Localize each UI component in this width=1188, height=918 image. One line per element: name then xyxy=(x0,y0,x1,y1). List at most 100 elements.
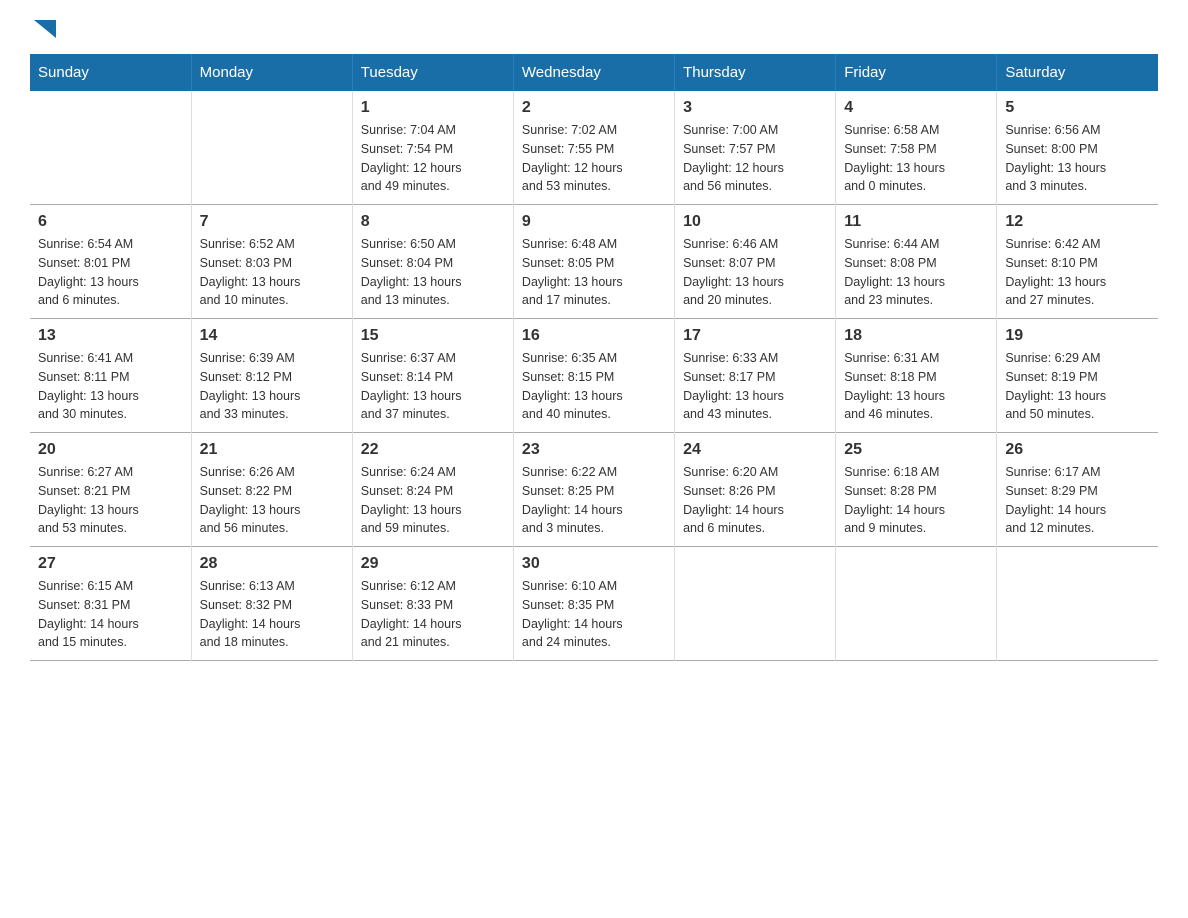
day-number: 23 xyxy=(522,441,666,459)
calendar-cell: 21 Sunrise: 6:26 AM Sunset: 8:22 PM Dayli… xyxy=(191,433,352,547)
day-number: 4 xyxy=(844,99,988,117)
day-info: Sunrise: 6:22 AM Sunset: 8:25 PM Dayligh… xyxy=(522,463,666,538)
day-info: Sunrise: 7:04 AM Sunset: 7:54 PM Dayligh… xyxy=(361,121,505,196)
day-info: Sunrise: 7:00 AM Sunset: 7:57 PM Dayligh… xyxy=(683,121,827,196)
calendar-cell: 19 Sunrise: 6:29 AM Sunset: 8:19 PM Dayli… xyxy=(997,319,1158,433)
calendar-cell: 16 Sunrise: 6:35 AM Sunset: 8:15 PM Dayli… xyxy=(513,319,674,433)
calendar-cell: 26Sunrise: 6:17 AM Sunset: 8:29 PM Dayli… xyxy=(997,433,1158,547)
day-number: 21 xyxy=(200,441,344,459)
day-number: 27 xyxy=(38,555,183,573)
calendar-header-sunday: Sunday xyxy=(30,54,191,91)
day-info: Sunrise: 6:37 AM Sunset: 8:14 PM Dayligh… xyxy=(361,349,505,424)
day-number: 8 xyxy=(361,213,505,231)
calendar-cell: 23 Sunrise: 6:22 AM Sunset: 8:25 PM Dayli… xyxy=(513,433,674,547)
day-info: Sunrise: 6:56 AM Sunset: 8:00 PM Dayligh… xyxy=(1005,121,1150,196)
calendar-cell: 1 Sunrise: 7:04 AM Sunset: 7:54 PM Daylig… xyxy=(352,91,513,205)
calendar-cell: 3Sunrise: 7:00 AM Sunset: 7:57 PM Daylig… xyxy=(675,91,836,205)
calendar-cell: 2 Sunrise: 7:02 AM Sunset: 7:55 PM Daylig… xyxy=(513,91,674,205)
day-number: 6 xyxy=(38,213,183,231)
day-number: 13 xyxy=(38,327,183,345)
calendar-cell xyxy=(675,547,836,661)
calendar-cell: 8 Sunrise: 6:50 AM Sunset: 8:04 PM Daylig… xyxy=(352,205,513,319)
day-number: 20 xyxy=(38,441,183,459)
day-info: Sunrise: 6:35 AM Sunset: 8:15 PM Dayligh… xyxy=(522,349,666,424)
day-number: 11 xyxy=(844,213,988,231)
day-number: 17 xyxy=(683,327,827,345)
day-number: 15 xyxy=(361,327,505,345)
calendar-cell: 5 Sunrise: 6:56 AM Sunset: 8:00 PM Daylig… xyxy=(997,91,1158,205)
day-info: Sunrise: 6:50 AM Sunset: 8:04 PM Dayligh… xyxy=(361,235,505,310)
day-number: 14 xyxy=(200,327,344,345)
calendar-week-row: 6 Sunrise: 6:54 AM Sunset: 8:01 PM Daylig… xyxy=(30,205,1158,319)
calendar-cell: 6 Sunrise: 6:54 AM Sunset: 8:01 PM Daylig… xyxy=(30,205,191,319)
calendar-cell xyxy=(836,547,997,661)
day-info: Sunrise: 6:44 AM Sunset: 8:08 PM Dayligh… xyxy=(844,235,988,310)
day-number: 16 xyxy=(522,327,666,345)
calendar-cell: 7 Sunrise: 6:52 AM Sunset: 8:03 PM Daylig… xyxy=(191,205,352,319)
day-number: 2 xyxy=(522,99,666,117)
day-number: 7 xyxy=(200,213,344,231)
calendar-cell: 12 Sunrise: 6:42 AM Sunset: 8:10 PM Dayli… xyxy=(997,205,1158,319)
calendar-header-tuesday: Tuesday xyxy=(352,54,513,91)
calendar-cell: 11 Sunrise: 6:44 AM Sunset: 8:08 PM Dayli… xyxy=(836,205,997,319)
day-info: Sunrise: 7:02 AM Sunset: 7:55 PM Dayligh… xyxy=(522,121,666,196)
logo-arrow-icon xyxy=(34,20,56,38)
day-number: 29 xyxy=(361,555,505,573)
calendar-header-monday: Monday xyxy=(191,54,352,91)
logo xyxy=(30,20,56,34)
day-number: 5 xyxy=(1005,99,1150,117)
day-number: 30 xyxy=(522,555,666,573)
day-info: Sunrise: 6:31 AM Sunset: 8:18 PM Dayligh… xyxy=(844,349,988,424)
day-info: Sunrise: 6:42 AM Sunset: 8:10 PM Dayligh… xyxy=(1005,235,1150,310)
day-number: 18 xyxy=(844,327,988,345)
day-info: Sunrise: 6:54 AM Sunset: 8:01 PM Dayligh… xyxy=(38,235,183,310)
day-info: Sunrise: 6:52 AM Sunset: 8:03 PM Dayligh… xyxy=(200,235,344,310)
calendar-week-row: 13 Sunrise: 6:41 AM Sunset: 8:11 PM Dayli… xyxy=(30,319,1158,433)
calendar-cell: 9 Sunrise: 6:48 AM Sunset: 8:05 PM Daylig… xyxy=(513,205,674,319)
day-info: Sunrise: 6:33 AM Sunset: 8:17 PM Dayligh… xyxy=(683,349,827,424)
day-info: Sunrise: 6:27 AM Sunset: 8:21 PM Dayligh… xyxy=(38,463,183,538)
calendar-week-row: 27 Sunrise: 6:15 AM Sunset: 8:31 PM Dayli… xyxy=(30,547,1158,661)
day-info: Sunrise: 6:26 AM Sunset: 8:22 PM Dayligh… xyxy=(200,463,344,538)
calendar-week-row: 20 Sunrise: 6:27 AM Sunset: 8:21 PM Dayli… xyxy=(30,433,1158,547)
calendar-cell: 13 Sunrise: 6:41 AM Sunset: 8:11 PM Dayli… xyxy=(30,319,191,433)
calendar-cell: 14 Sunrise: 6:39 AM Sunset: 8:12 PM Dayli… xyxy=(191,319,352,433)
day-number: 9 xyxy=(522,213,666,231)
day-number: 24 xyxy=(683,441,827,459)
calendar-header-saturday: Saturday xyxy=(997,54,1158,91)
day-info: Sunrise: 6:29 AM Sunset: 8:19 PM Dayligh… xyxy=(1005,349,1150,424)
calendar-cell xyxy=(30,91,191,205)
calendar-header-wednesday: Wednesday xyxy=(513,54,674,91)
calendar-cell: 30 Sunrise: 6:10 AM Sunset: 8:35 PM Dayli… xyxy=(513,547,674,661)
day-number: 22 xyxy=(361,441,505,459)
calendar-cell: 15 Sunrise: 6:37 AM Sunset: 8:14 PM Dayli… xyxy=(352,319,513,433)
calendar-cell: 25Sunrise: 6:18 AM Sunset: 8:28 PM Dayli… xyxy=(836,433,997,547)
calendar-cell: 22 Sunrise: 6:24 AM Sunset: 8:24 PM Dayli… xyxy=(352,433,513,547)
day-info: Sunrise: 6:48 AM Sunset: 8:05 PM Dayligh… xyxy=(522,235,666,310)
calendar-cell: 10Sunrise: 6:46 AM Sunset: 8:07 PM Dayli… xyxy=(675,205,836,319)
day-info: Sunrise: 6:46 AM Sunset: 8:07 PM Dayligh… xyxy=(683,235,827,310)
calendar-cell: 4 Sunrise: 6:58 AM Sunset: 7:58 PM Daylig… xyxy=(836,91,997,205)
day-info: Sunrise: 6:39 AM Sunset: 8:12 PM Dayligh… xyxy=(200,349,344,424)
day-info: Sunrise: 6:41 AM Sunset: 8:11 PM Dayligh… xyxy=(38,349,183,424)
calendar-cell: 28Sunrise: 6:13 AM Sunset: 8:32 PM Dayli… xyxy=(191,547,352,661)
calendar-header-friday: Friday xyxy=(836,54,997,91)
day-info: Sunrise: 6:13 AM Sunset: 8:32 PM Dayligh… xyxy=(200,577,344,652)
page-header xyxy=(30,20,1158,34)
day-info: Sunrise: 6:58 AM Sunset: 7:58 PM Dayligh… xyxy=(844,121,988,196)
calendar-cell: 17 Sunrise: 6:33 AM Sunset: 8:17 PM Dayli… xyxy=(675,319,836,433)
calendar-cell: 29Sunrise: 6:12 AM Sunset: 8:33 PM Dayli… xyxy=(352,547,513,661)
day-number: 19 xyxy=(1005,327,1150,345)
day-number: 26 xyxy=(1005,441,1150,459)
calendar-cell: 18 Sunrise: 6:31 AM Sunset: 8:18 PM Dayli… xyxy=(836,319,997,433)
day-info: Sunrise: 6:10 AM Sunset: 8:35 PM Dayligh… xyxy=(522,577,666,652)
day-number: 12 xyxy=(1005,213,1150,231)
day-number: 1 xyxy=(361,99,505,117)
day-info: Sunrise: 6:24 AM Sunset: 8:24 PM Dayligh… xyxy=(361,463,505,538)
calendar-cell: 27 Sunrise: 6:15 AM Sunset: 8:31 PM Dayli… xyxy=(30,547,191,661)
calendar-cell xyxy=(997,547,1158,661)
calendar-cell xyxy=(191,91,352,205)
calendar-cell: 24Sunrise: 6:20 AM Sunset: 8:26 PM Dayli… xyxy=(675,433,836,547)
calendar-header-row: SundayMondayTuesdayWednesdayThursdayFrid… xyxy=(30,54,1158,91)
day-info: Sunrise: 6:15 AM Sunset: 8:31 PM Dayligh… xyxy=(38,577,183,652)
